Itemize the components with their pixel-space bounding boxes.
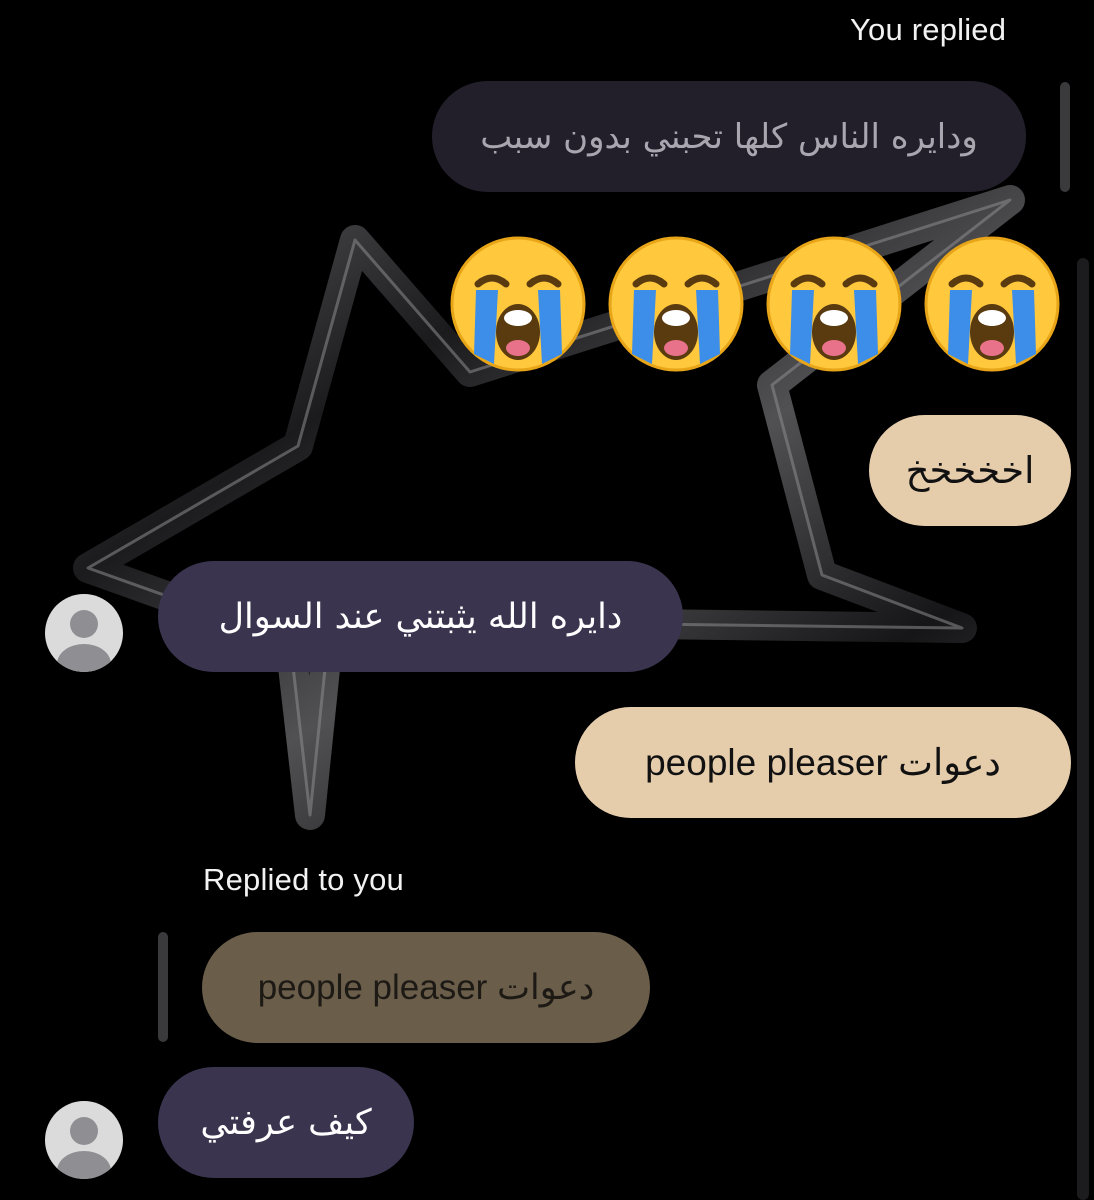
avatar[interactable]	[45, 1101, 123, 1179]
scrollbar-track[interactable]	[1077, 258, 1089, 1200]
chat-thread-screen: You replied ودايره الناس كلها تحبني بدون…	[0, 0, 1094, 1200]
quoted-outgoing-message[interactable]: ودايره الناس كلها تحبني بدون سبب	[432, 81, 1026, 192]
quoted-incoming-message[interactable]: دعوات people pleaser	[202, 932, 650, 1043]
quoted-outgoing-text: ودايره الناس كلها تحبني بدون سبب	[480, 116, 978, 157]
avatar[interactable]	[45, 594, 123, 672]
default-avatar-icon	[57, 1117, 111, 1179]
loudly-crying-face-icon	[450, 236, 586, 372]
quote-indicator-bar	[158, 932, 168, 1042]
quote-indicator-bar	[1060, 82, 1070, 192]
quoted-incoming-text: دعوات people pleaser	[257, 967, 595, 1007]
default-avatar-icon	[57, 610, 111, 672]
outgoing-message-text: اخخخخخ	[905, 449, 1035, 492]
emoji-message[interactable]	[448, 234, 1068, 374]
outgoing-message-text: دعوات people pleaser	[645, 742, 1001, 783]
outgoing-message[interactable]: دعوات people pleaser	[575, 707, 1071, 818]
loudly-crying-face-icon	[924, 236, 1060, 372]
loudly-crying-face-icon	[766, 236, 902, 372]
outgoing-message[interactable]: اخخخخخ	[869, 415, 1071, 526]
incoming-message[interactable]: كيف عرفتي	[158, 1067, 414, 1178]
you-replied-caption: You replied	[850, 12, 1007, 47]
incoming-message-text: كيف عرفتي	[200, 1102, 372, 1143]
replied-to-you-caption: Replied to you	[203, 862, 404, 897]
incoming-message[interactable]: دايره الله يثبتني عند السوال	[158, 561, 683, 672]
incoming-message-text: دايره الله يثبتني عند السوال	[218, 596, 623, 637]
loudly-crying-face-icon	[608, 236, 744, 372]
